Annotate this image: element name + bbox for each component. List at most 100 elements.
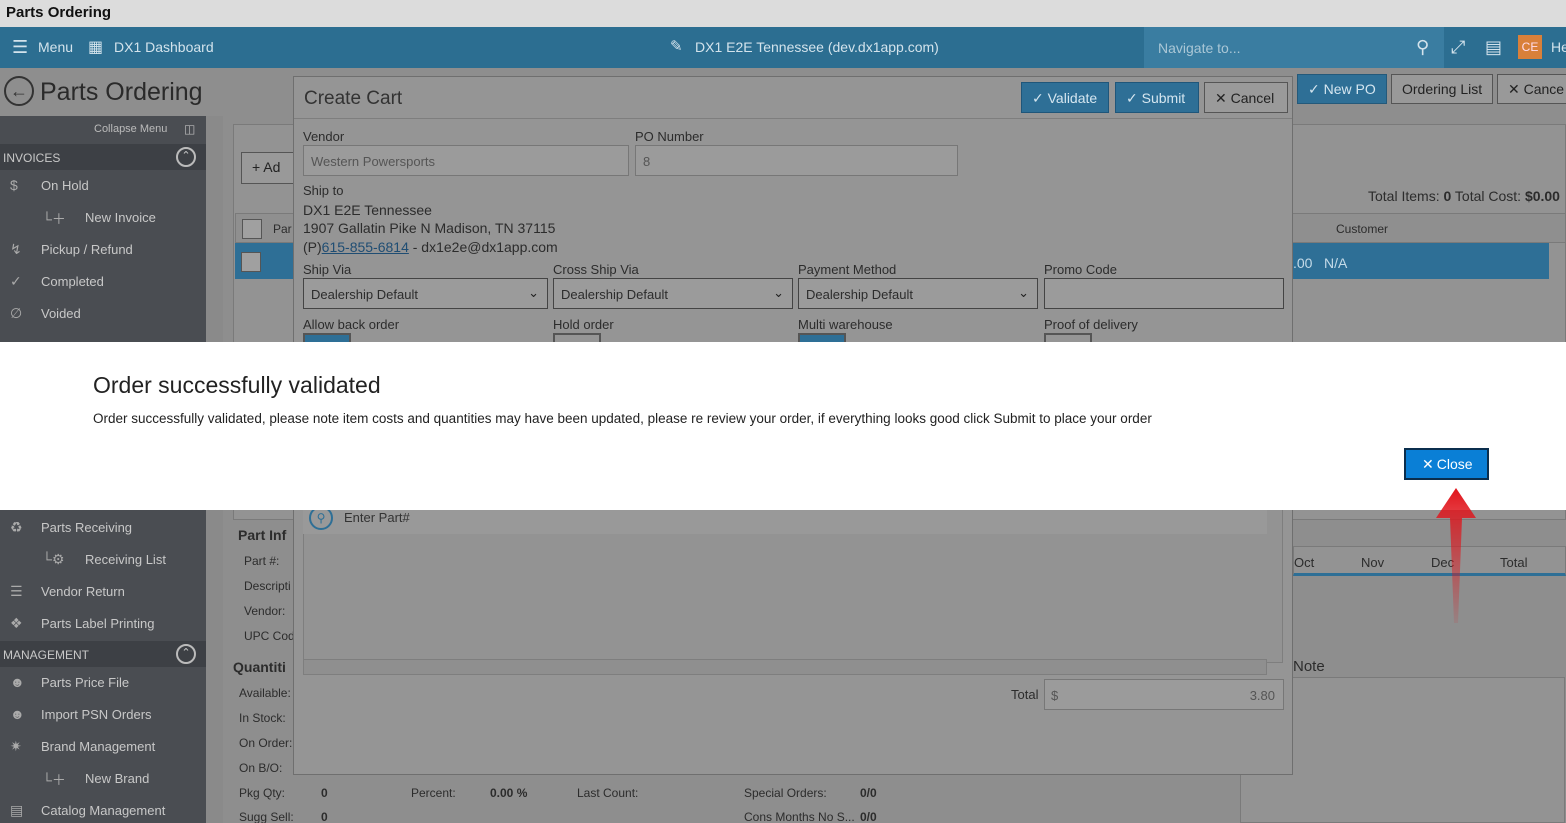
users-icon: ☻ [10,674,25,690]
upc-label: UPC Cod [244,629,295,643]
sidebar-item-label: Import PSN Orders [41,707,152,722]
collapse-icon[interactable]: ◫ [184,122,195,136]
column-customer: Customer [1336,222,1389,236]
sidebar-item-completed[interactable]: ✓ Completed [0,266,206,296]
percent-label: Percent: [411,786,456,800]
cross-ship-label: Cross Ship Via [553,262,639,277]
cross-ship-value: Dealership Default [561,287,668,302]
list-icon: ☰ [10,583,23,599]
add-button[interactable]: + Ad [241,152,301,184]
sidebar-item-new-brand[interactable]: └＋ New Brand [0,763,206,793]
section-management[interactable]: MANAGEMENT ⌃ [0,641,206,667]
app-bar: ☰ Menu ▦ DX1 Dashboard ✎ DX1 E2E Tenness… [0,27,1566,68]
month-total: Total [1500,555,1528,570]
select-all-checkbox[interactable] [242,219,262,239]
chat-icon[interactable]: ▤ [1485,37,1502,58]
chevron-down-icon: ⌄ [528,285,539,300]
row-checkbox[interactable] [241,252,261,272]
help-menu[interactable]: He [1551,39,1566,55]
hold-order-label: Hold order [553,317,614,332]
plus-icon: └＋ [42,211,66,227]
quantities-heading: Quantiti [233,659,286,675]
sidebar-item-brand-management[interactable]: ✷ Brand Management [0,731,206,761]
brand-icon: ✷ [10,738,22,754]
navigate-input[interactable]: Navigate to... [1144,27,1444,68]
sidebar-item-parts-label-printing[interactable]: ❖ Parts Label Printing [0,608,206,638]
sidebar-item-label: Vendor Return [41,584,125,599]
sidebar-item-vendor-return[interactable]: ☰ Vendor Return [0,576,206,606]
cross-ship-select[interactable]: Dealership Default ⌄ [553,278,793,309]
horizontal-scrollbar[interactable] [303,659,1267,675]
search-icon[interactable]: ⚲ [1416,37,1429,58]
submit-button[interactable]: ✓ Submit [1115,82,1199,113]
sidebar-item-voided[interactable]: ∅ Voided [0,298,206,328]
sidebar-item-parts-receiving[interactable]: ♻ Parts Receiving [0,512,206,542]
phone-prefix: (P) [303,239,322,255]
menu-button[interactable]: Menu [38,39,73,55]
cart-title: Create Cart [304,88,403,109]
available-label: Available: [239,686,291,700]
page-cancel-button[interactable]: ✕ Cance [1497,74,1566,104]
sidebar-item-pickup-refund[interactable]: ↯ Pickup / Refund [0,234,206,264]
avatar[interactable]: CE [1518,35,1542,59]
catalog-icon: ▤ [10,802,24,818]
pkg-qty-label: Pkg Qty: [239,786,286,800]
row-value: .00 [1293,255,1313,271]
sidebar-item-new-invoice[interactable]: └＋ New Invoice [0,202,206,232]
sidebar-item-receiving-list[interactable]: └⚙ Receiving List [0,544,206,574]
part-number-label: Part #: [244,554,280,568]
close-label: Close [1436,456,1473,472]
dashboard-icon[interactable]: ▦ [88,37,103,57]
cart-cancel-button[interactable]: ✕ Cancel [1204,82,1288,113]
voided-icon: ∅ [10,305,23,321]
cart-header: Create Cart ✓ Validate ✓ Submit ✕ Cancel [294,77,1292,119]
promo-code-input[interactable] [1044,278,1284,309]
hamburger-icon[interactable]: ☰ [12,37,28,58]
sidebar-item-catalog-management[interactable]: ▤ Catalog Management [0,795,206,823]
vendor-label: Vendor: [244,604,286,618]
chevron-up-icon[interactable]: ⌃ [176,147,196,167]
chevron-down-icon: ⌄ [1018,285,1029,300]
part-info-heading: Part Inf [238,527,287,543]
ship-via-select[interactable]: Dealership Default ⌄ [303,278,548,309]
currency-symbol: $ [1051,688,1059,703]
on-order-label: On Order: [239,736,293,750]
chevron-up-icon[interactable]: ⌃ [176,644,196,664]
vendor-field[interactable]: Western Powersports [303,145,629,176]
tag-icon: ❖ [10,615,23,631]
plus-icon: └＋ [42,772,66,788]
ordering-list-button[interactable]: Ordering List [1391,74,1494,104]
site-name[interactable]: DX1 E2E Tennessee (dev.dx1app.com) [695,39,939,55]
page-title: Parts Ordering [40,78,203,106]
sidebar-item-on-hold[interactable]: $ On Hold [0,170,206,200]
payment-method-value: Dealership Default [806,287,913,302]
phone-link[interactable]: 615-855-6814 [322,239,409,255]
total-items-label: Total Items: [1368,188,1444,204]
allow-back-order-label: Allow back order [303,317,400,332]
dashboard-link[interactable]: DX1 Dashboard [114,39,214,55]
collapse-menu[interactable]: Collapse Menu [94,123,167,135]
part-search-input[interactable]: Enter Part# [344,510,410,525]
sidebar-item-parts-price-file[interactable]: ☻ Parts Price File [0,667,206,697]
sidebar-item-import-psn-orders[interactable]: ☻ Import PSN Orders [0,699,206,729]
new-po-button[interactable]: ✓ New PO [1297,74,1387,104]
receiving-icon: ♻ [10,519,23,535]
po-number-field[interactable]: 8 [635,145,958,176]
alert-message: Order successfully validated, please not… [93,411,1152,426]
in-stock-label: In Stock: [239,711,286,725]
back-arrow-icon[interactable]: ← [4,76,34,106]
close-button[interactable]: ✕ Close [1404,448,1489,480]
sidebar-item-label: Catalog Management [41,803,166,818]
section-invoices[interactable]: INVOICES ⌃ [0,144,206,170]
pencil-icon[interactable]: ✎ [670,37,683,55]
window-title: Parts Ordering [0,0,1566,27]
payment-method-select[interactable]: Dealership Default ⌄ [798,278,1038,309]
sidebar-item-label: On Hold [41,178,89,193]
dollar-icon: $ [10,177,18,193]
multi-warehouse-label: Multi warehouse [798,317,893,332]
validate-button[interactable]: ✓ Validate [1021,82,1109,113]
expand-icon[interactable]: ⤢ [1451,37,1465,58]
ship-name: DX1 E2E Tennessee [303,202,432,218]
sidebar-item-label: Brand Management [41,739,156,754]
sidebar-item-label: Parts Price File [41,675,130,690]
